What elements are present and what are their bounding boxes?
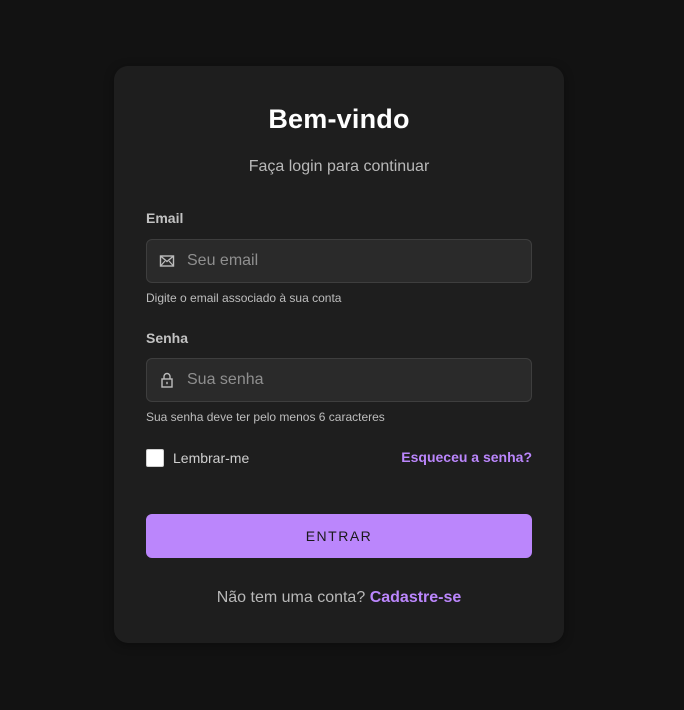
page-subtitle: Faça login para continuar — [248, 158, 430, 175]
login-button[interactable]: ENTRAR — [146, 514, 532, 558]
signup-link[interactable]: Cadastre-se — [370, 589, 462, 606]
envelope-icon — [159, 252, 175, 270]
email-helper-text: Digite o email associado à sua conta — [146, 291, 342, 305]
forgot-password-link[interactable]: Esqueceu a senha? — [401, 449, 532, 465]
page-title: Bem-vindo — [268, 104, 410, 134]
signup-prompt: Não tem uma conta? Cadastre-se — [114, 589, 564, 607]
email-input[interactable] — [187, 240, 517, 282]
email-label: Email — [146, 210, 184, 226]
lock-icon — [159, 371, 175, 389]
remember-me-control[interactable]: Lembrar-me — [146, 448, 249, 468]
signup-prompt-text: Não tem uma conta? — [216, 589, 366, 606]
login-card: Bem-vindo Faça login para continuar Emai… — [114, 66, 564, 643]
password-helper-text: Sua senha deve ter pelo menos 6 caracter… — [146, 410, 385, 424]
remember-me-checkbox[interactable] — [146, 449, 164, 467]
password-label: Senha — [146, 330, 189, 346]
email-field-container — [146, 239, 532, 283]
remember-me-label: Lembrar-me — [173, 450, 250, 466]
password-field-container — [146, 358, 532, 402]
password-input[interactable] — [187, 359, 517, 401]
